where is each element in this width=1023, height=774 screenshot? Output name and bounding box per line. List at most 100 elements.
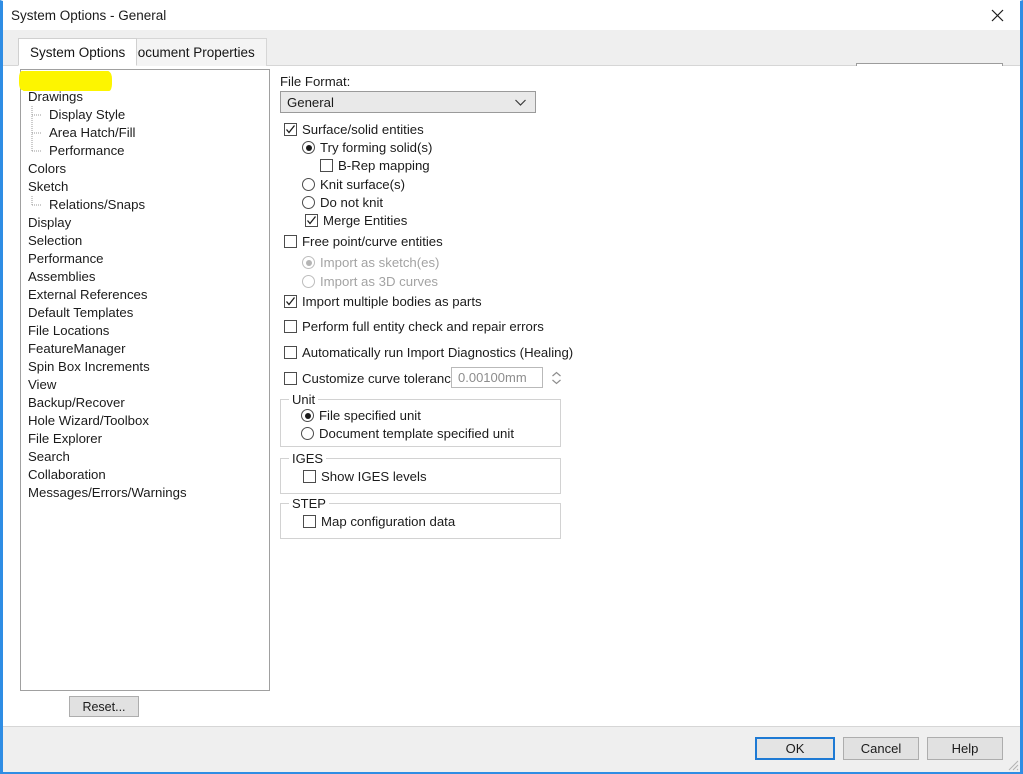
checkbox-box	[305, 214, 318, 227]
tree-connector-icon	[31, 142, 42, 152]
file-format-value: General	[287, 94, 334, 110]
tree-item-sketch[interactable]: Sketch	[21, 178, 269, 196]
file-format-select[interactable]: General	[280, 91, 536, 113]
tree-item-selection[interactable]: Selection	[21, 232, 269, 250]
tree-item-display-style[interactable]: Display Style	[21, 106, 269, 124]
group-iges: IGES Show IGES levels	[280, 451, 561, 494]
dialog-footer: OK Cancel Help	[3, 726, 1020, 772]
checkbox-import-multiple-bodies[interactable]: Import multiple bodies as parts	[284, 293, 482, 310]
close-icon[interactable]	[975, 1, 1020, 30]
chevron-up-icon	[551, 371, 561, 376]
checkbox-box	[320, 159, 333, 172]
tree-item-view[interactable]: View	[21, 376, 269, 394]
checkbox-customize-curve-tolerance[interactable]: Customize curve tolerance:	[284, 370, 462, 387]
tab-system-options-label: System Options	[30, 44, 126, 60]
ok-button[interactable]: OK	[755, 737, 835, 760]
tree-item-label: Area Hatch/Fill	[49, 125, 136, 140]
checkbox-merge-entities[interactable]: Merge Entities	[305, 212, 407, 229]
tree-item-performance[interactable]: Performance	[21, 250, 269, 268]
tree-item-label: Drawings	[28, 89, 83, 104]
radio-import-as-3d-curves-label: Import as 3D curves	[320, 274, 438, 289]
tree-item-file-explorer[interactable]: File Explorer	[21, 430, 269, 448]
reset-button[interactable]: Reset...	[69, 696, 139, 717]
radio-circle	[301, 427, 314, 440]
tree-item-label: Spin Box Increments	[28, 359, 150, 374]
tree-connector-icon	[31, 196, 42, 206]
radio-document-template-unit-label: Document template specified unit	[319, 426, 514, 441]
tree-item-label: Default Templates	[28, 305, 134, 320]
resize-grip-icon[interactable]	[1005, 757, 1019, 771]
radio-circle	[302, 256, 315, 269]
options-tree[interactable]: General Drawings Display Style Area Hatch/F…	[20, 69, 270, 691]
tree-item-performance[interactable]: Performance	[21, 142, 269, 160]
tree-item-hole-wizard-toolbox[interactable]: Hole Wizard/Toolbox	[21, 412, 269, 430]
tree-item-backup-recover[interactable]: Backup/Recover	[21, 394, 269, 412]
radio-try-forming-solids-label: Try forming solid(s)	[320, 140, 433, 155]
curve-tolerance-value: 0.00100mm	[458, 370, 527, 385]
checkbox-box	[284, 295, 297, 308]
tree-item-spin-box-increments[interactable]: Spin Box Increments	[21, 358, 269, 376]
tree-item-area-hatch-fill[interactable]: Area Hatch/Fill	[21, 124, 269, 142]
radio-file-specified-unit[interactable]: File specified unit	[301, 407, 421, 424]
checkbox-surface-solid-entities[interactable]: Surface/solid entities	[284, 121, 424, 138]
tree-item-file-locations[interactable]: File Locations	[21, 322, 269, 340]
checkbox-box	[284, 346, 297, 359]
checkbox-free-point-curve-entities[interactable]: Free point/curve entities	[284, 233, 443, 250]
tree-item-display[interactable]: Display	[21, 214, 269, 232]
checkbox-surface-solid-entities-label: Surface/solid entities	[302, 122, 424, 137]
tree-item-colors[interactable]: Colors	[21, 160, 269, 178]
tree-item-search[interactable]: Search	[21, 448, 269, 466]
help-button[interactable]: Help	[927, 737, 1003, 760]
chevron-down-icon	[551, 379, 561, 384]
curve-tolerance-input[interactable]: 0.00100mm	[451, 367, 543, 388]
checkbox-box	[284, 235, 297, 248]
tree-item-external-references[interactable]: External References	[21, 286, 269, 304]
tree-item-general[interactable]: General	[21, 70, 269, 88]
tab-document-properties[interactable]: Document Properties	[116, 38, 267, 66]
group-unit-title: Unit	[289, 392, 319, 407]
radio-import-as-sketches: Import as sketch(es)	[302, 254, 439, 271]
radio-circle	[302, 141, 315, 154]
checkbox-box	[284, 320, 297, 333]
checkbox-brep-mapping[interactable]: B-Rep mapping	[320, 157, 430, 174]
tree-item-label: Search	[28, 449, 70, 464]
checkbox-import-multiple-bodies-label: Import multiple bodies as parts	[302, 294, 482, 309]
tab-system-options[interactable]: System Options	[18, 38, 138, 66]
group-iges-title: IGES	[289, 451, 327, 466]
checkbox-perform-full-entity-check[interactable]: Perform full entity check and repair err…	[284, 318, 544, 335]
dialog-content: General Drawings Display Style Area Hatch/F…	[3, 66, 1020, 726]
checkbox-map-configuration-data[interactable]: Map configuration data	[303, 513, 455, 530]
radio-import-as-sketches-label: Import as sketch(es)	[320, 255, 440, 270]
curve-tolerance-stepper[interactable]	[549, 366, 563, 389]
tree-item-messages-errors-warnings[interactable]: Messages/Errors/Warnings	[21, 484, 269, 502]
tree-item-label: Collaboration	[28, 467, 106, 482]
checkbox-show-iges-levels[interactable]: Show IGES levels	[303, 468, 427, 485]
radio-file-specified-unit-label: File specified unit	[319, 408, 421, 423]
checkbox-box	[284, 123, 297, 136]
tree-item-label: External References	[28, 287, 148, 302]
tree-item-relations-snaps[interactable]: Relations/Snaps	[21, 196, 269, 214]
tree-item-label: Display Style	[49, 107, 126, 122]
tree-item-collaboration[interactable]: Collaboration	[21, 466, 269, 484]
tree-item-default-templates[interactable]: Default Templates	[21, 304, 269, 322]
tree-item-assemblies[interactable]: Assemblies	[21, 268, 269, 286]
tree-item-label: Backup/Recover	[28, 395, 125, 410]
tree-item-label: Colors	[28, 161, 67, 176]
tree-item-featuremanager[interactable]: FeatureManager	[21, 340, 269, 358]
checkbox-box	[284, 372, 297, 385]
cancel-button[interactable]: Cancel	[843, 737, 919, 760]
group-step: STEP Map configuration data	[280, 496, 561, 539]
tree-item-label: File Locations	[28, 323, 110, 338]
radio-do-not-knit[interactable]: Do not knit	[302, 194, 383, 211]
radio-circle	[302, 196, 315, 209]
group-step-title: STEP	[289, 496, 329, 511]
radio-document-template-unit[interactable]: Document template specified unit	[301, 425, 514, 442]
checkbox-auto-import-diagnostics[interactable]: Automatically run Import Diagnostics (He…	[284, 344, 573, 361]
checkbox-box	[303, 470, 316, 483]
radio-knit-surfaces-label: Knit surface(s)	[320, 177, 406, 192]
radio-knit-surfaces[interactable]: Knit surface(s)	[302, 176, 405, 193]
radio-try-forming-solids[interactable]: Try forming solid(s)	[302, 139, 432, 156]
radio-circle	[301, 409, 314, 422]
tree-item-drawings[interactable]: Drawings	[21, 88, 269, 106]
checkbox-map-configuration-data-label: Map configuration data	[321, 514, 456, 529]
